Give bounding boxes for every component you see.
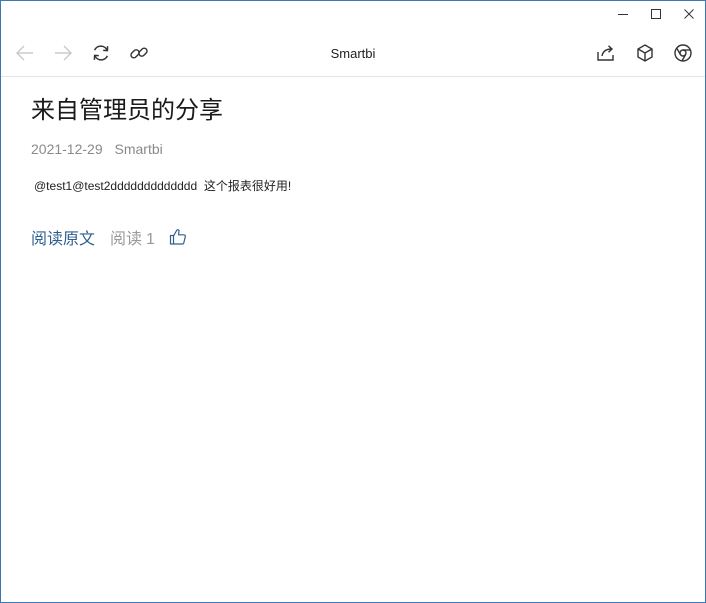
window-caption-controls bbox=[606, 1, 705, 27]
read-count-value: 1 bbox=[146, 231, 155, 248]
read-count-label: 阅读 bbox=[110, 231, 143, 248]
share-icon bbox=[597, 45, 614, 61]
maximize-icon bbox=[650, 9, 661, 19]
minimize-button[interactable] bbox=[606, 1, 639, 27]
read-original-link[interactable]: 阅读原文 bbox=[31, 225, 95, 249]
article-meta: 2021-12-29 Smartbi bbox=[31, 139, 675, 159]
maximize-button[interactable] bbox=[639, 1, 672, 27]
article-actions: 阅读原文 阅读 1 bbox=[31, 225, 675, 249]
close-icon bbox=[683, 9, 694, 19]
chrome-icon bbox=[674, 44, 692, 62]
article-title: 来自管理员的分享 bbox=[31, 97, 223, 124]
like-button[interactable] bbox=[169, 228, 187, 246]
article-date: 2021-12-29 bbox=[31, 141, 103, 157]
cube-button[interactable] bbox=[634, 42, 656, 64]
article: 来自管理员的分享 2021-12-29 Smartbi @test1@test2… bbox=[31, 95, 675, 249]
close-button[interactable] bbox=[672, 1, 705, 27]
read-count: 阅读 1 bbox=[110, 225, 155, 249]
toolbar: Smartbi bbox=[1, 29, 705, 77]
app-window: Smartbi 来自管理员的分享 2021-12-29 Smartbi @tes… bbox=[0, 0, 706, 603]
cube-icon bbox=[637, 44, 653, 62]
open-in-chrome-button[interactable] bbox=[672, 42, 694, 64]
thumbs-up-icon bbox=[169, 229, 186, 245]
share-button[interactable] bbox=[595, 42, 617, 64]
article-body: @test1@test2ddddddddddddd 这个报表很好用! bbox=[34, 179, 292, 193]
minimize-icon bbox=[617, 14, 628, 15]
article-author: Smartbi bbox=[114, 141, 163, 157]
